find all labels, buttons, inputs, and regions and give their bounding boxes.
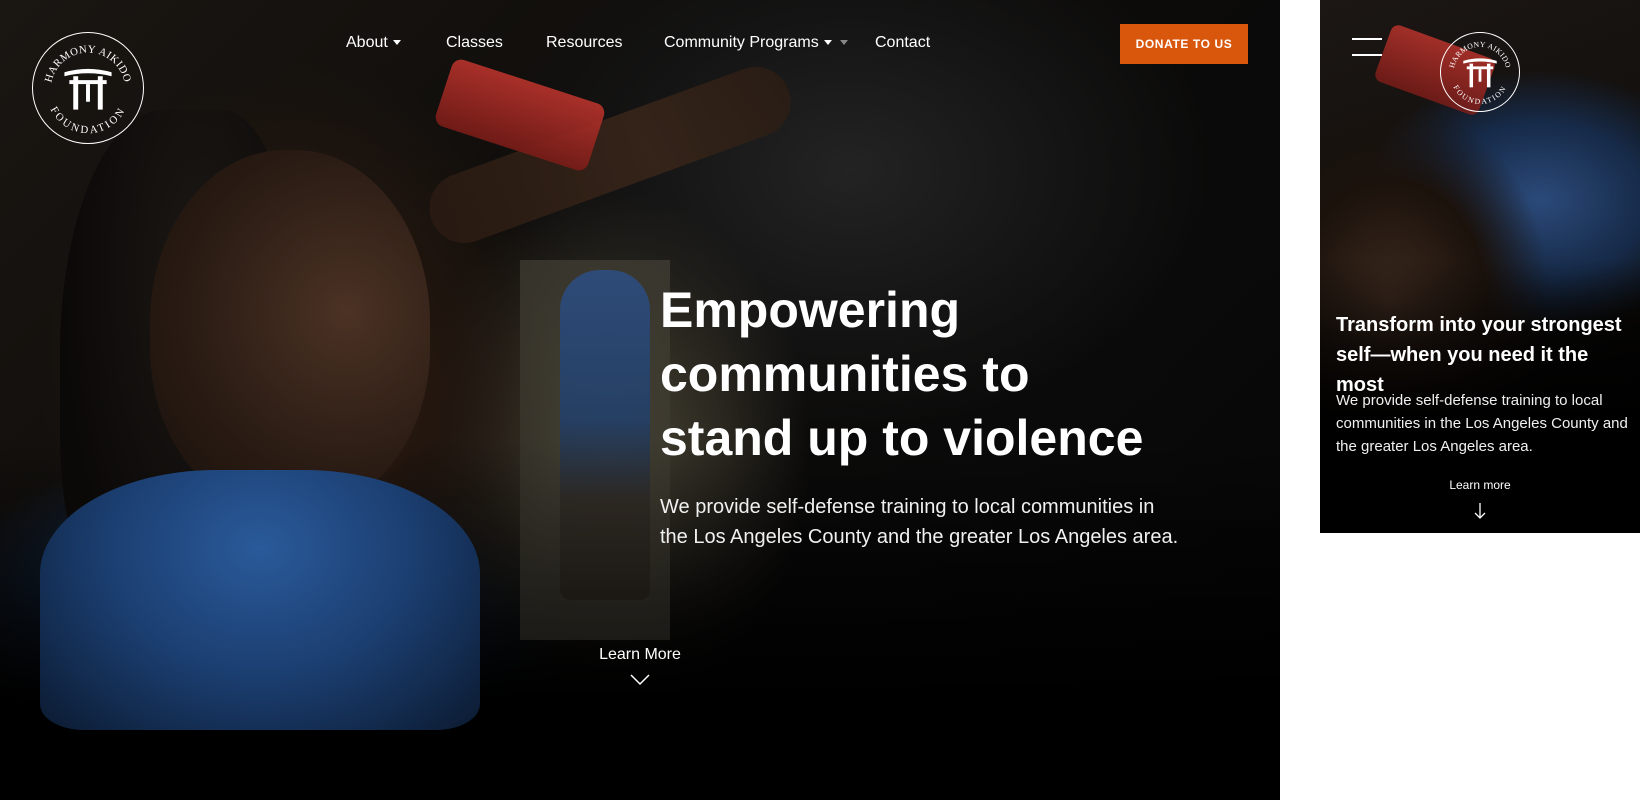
nav-item-label: Resources [546,34,623,51]
svg-text:FOUNDATION: FOUNDATION [48,104,129,136]
hero-photo-pad [433,56,607,174]
nav-item-label: Classes [446,34,503,51]
nav-item-resources[interactable]: Resources [546,34,622,52]
hamburger-icon[interactable] [1352,38,1382,58]
nav-item-label: Contact [875,34,931,51]
hero-photo-arm [419,57,801,253]
site-logo[interactable]: HARMONY AIKIDO FOUNDATION [1440,32,1520,112]
desktop-view: HARMONY AIKIDO FOUNDATION About Classes … [0,0,1280,800]
torii-logo-icon: HARMONY AIKIDO FOUNDATION [43,43,134,136]
caret-down-icon [823,40,832,46]
hero-headline: Empowering communities to stand up to vi… [660,278,1180,470]
hero-headline-line: Empowering [660,282,961,338]
hero-photo-shirt [40,470,480,730]
svg-text:FOUNDATION: FOUNDATION [1452,83,1509,106]
chevron-down-icon[interactable] [630,674,650,686]
nav-item-about[interactable]: About [346,34,401,52]
mobile-hero-subhead: We provide self-defense training to loca… [1336,392,1628,455]
hero-photo-student [560,270,650,600]
nav-item-classes[interactable]: Classes [446,34,503,52]
mobile-view: HARMONY AIKIDO FOUNDATION Transform into… [1320,0,1640,533]
hero-headline-line: stand up to violence [660,410,1144,466]
nav-item-community-programs[interactable]: Community Programs [664,34,848,52]
nav-item-label: Community Programs [664,34,819,51]
hero-photo-hair [60,110,290,650]
caret-down-icon [392,40,401,46]
hero-photo-face [150,150,430,510]
hero-headline-line: communities to [660,346,1030,402]
mobile-learn-more-link[interactable]: Learn more [1320,478,1640,492]
site-logo[interactable]: HARMONY AIKIDO FOUNDATION [32,32,144,144]
svg-text:HARMONY AIKIDO: HARMONY AIKIDO [1447,40,1513,69]
nav-item-contact[interactable]: Contact [875,34,930,52]
arrow-down-icon[interactable] [1473,502,1487,520]
nav-item-label: About [346,34,388,51]
donate-button[interactable]: DONATE TO US [1120,24,1248,64]
hero-subhead: We provide self-defense training to loca… [660,496,1179,548]
mobile-hero-headline: Transform into your strongest self—when … [1336,314,1622,396]
torii-logo-icon: HARMONY AIKIDO FOUNDATION [1447,40,1513,106]
caret-down-icon [839,40,848,46]
svg-text:HARMONY AIKIDO: HARMONY AIKIDO [43,43,134,83]
learn-more-link[interactable]: Learn More [560,646,720,664]
hero-photo-door [520,260,670,640]
